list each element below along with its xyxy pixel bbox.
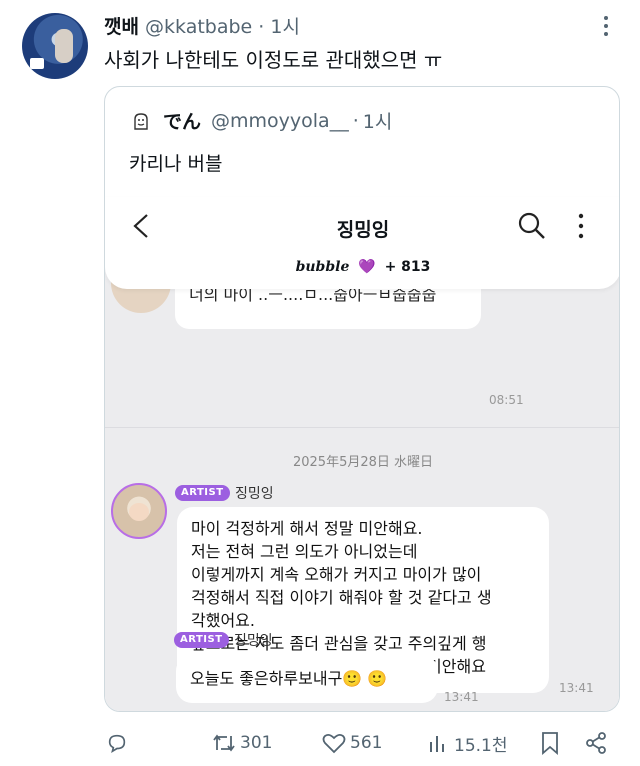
retweet-count: 301 xyxy=(240,733,273,753)
reply-icon xyxy=(108,734,126,753)
bubble-app-bar: 징밍잉 bubble 💜 + 813 xyxy=(105,197,619,289)
artist-badge: ARTIST xyxy=(174,632,229,648)
author-avatar[interactable] xyxy=(22,13,88,79)
views-icon xyxy=(430,736,444,752)
avatar-figure xyxy=(55,29,73,63)
views-button[interactable]: 15.1천 xyxy=(428,728,508,758)
kebab-icon xyxy=(578,213,584,239)
message-line: 오늘도 좋은하루보내구🙂 🙂 xyxy=(190,669,388,688)
author-name[interactable]: 깻배 xyxy=(104,16,139,38)
quote-author-handle[interactable]: @mmoyyola__ xyxy=(211,110,349,132)
reply-button[interactable] xyxy=(106,728,132,758)
author-handle[interactable]: @kkatbabe xyxy=(145,16,252,38)
date-divider-line xyxy=(105,427,619,428)
date-divider: 2025年5月28日 水曜日 xyxy=(292,455,434,470)
artist-avatar xyxy=(111,483,167,539)
message-line: 마이 걱정하게 해서 정말 미안해요. xyxy=(191,519,423,538)
like-count: 561 xyxy=(350,733,383,753)
sender-name: 징밍잉 xyxy=(234,633,273,649)
bookmark-button[interactable] xyxy=(540,728,564,758)
quote-text: 카리나 버블 xyxy=(129,153,223,175)
tweet-actions: 301 561 15.1천 xyxy=(0,728,640,758)
quote-header: でん @mmoyyola__ · 1시 xyxy=(129,107,392,134)
bubble-count: + 813 xyxy=(384,259,431,275)
retweet-button[interactable]: 301 xyxy=(212,728,272,758)
bubble-brand: bubble 💜 + 813 xyxy=(105,259,619,275)
quote-author-name[interactable]: でん xyxy=(163,107,201,134)
views-count: 15.1천 xyxy=(454,735,508,756)
tweet-text: 사회가 나한테도 이정도로 관대했으면 ㅠ xyxy=(104,48,443,72)
like-icon xyxy=(322,733,346,754)
message-time: 13:41 xyxy=(559,681,594,695)
quote-time[interactable]: 1시 xyxy=(363,107,393,134)
partial-message-time: 08:51 xyxy=(489,393,524,407)
bubble-logo: bubble xyxy=(295,259,350,275)
message-bubble: 오늘도 좋은하루보내구🙂 🙂 xyxy=(176,655,438,703)
artist-badge: ARTIST xyxy=(175,485,230,501)
message-line: 저는 전혀 그런 의도가 아니었는데 xyxy=(191,542,418,561)
message-line: 이렇게까지 계속 오해가 커지고 마이가 많이 xyxy=(191,565,482,584)
share-icon xyxy=(586,732,606,754)
quoted-tweet[interactable]: でん @mmoyyola__ · 1시 카리나 버블 징밍잉 bubble 💜 … xyxy=(104,86,620,712)
quote-separator-dot: · xyxy=(352,109,359,132)
share-button[interactable] xyxy=(584,728,612,758)
bookmark-icon xyxy=(542,732,558,755)
like-button[interactable]: 561 xyxy=(322,728,382,758)
heart-icon: 💜 xyxy=(358,259,376,275)
message-line: 걱정해서 직접 이야기 해줘야 할 것 같다고 생 xyxy=(191,588,492,607)
avatar-face xyxy=(129,503,149,521)
sender-name: 징밍잉 xyxy=(235,486,274,502)
more-icon[interactable] xyxy=(594,14,618,38)
search-icon xyxy=(518,212,545,239)
tweet-header: 깻배 @kkatbabe · 1시 xyxy=(104,12,300,39)
message-line: 각했어요. xyxy=(191,611,255,630)
tweet-time[interactable]: 1시 xyxy=(270,16,300,38)
separator-dot: · xyxy=(258,16,265,38)
message-time: 13:41 xyxy=(444,690,479,704)
avatar-badge xyxy=(30,58,44,69)
retweet-icon xyxy=(213,734,235,752)
quote-avatar-icon[interactable] xyxy=(129,109,153,133)
